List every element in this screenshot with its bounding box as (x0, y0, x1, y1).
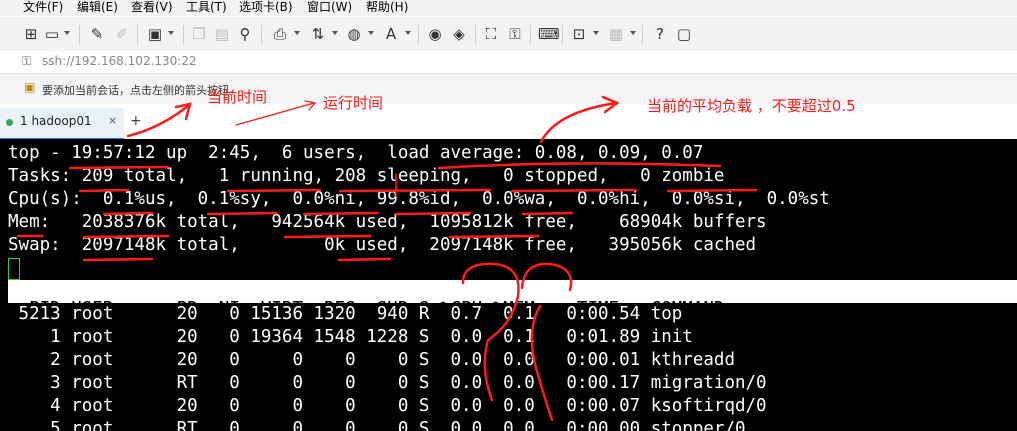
toolbar-separator (79, 25, 80, 44)
add-tab-button[interactable]: + (130, 113, 142, 129)
help-icon[interactable]: ? (651, 25, 669, 43)
font-icon[interactable]: A (382, 25, 400, 43)
toolbar-separator (642, 25, 643, 44)
paste-icon[interactable]: ▤ (213, 25, 231, 43)
hint-bar: ▣ 要添加当前会话，点击左侧的箭头按钮。 (0, 74, 1017, 104)
menu-file[interactable]: 文件(F) (23, 0, 63, 15)
properties-dropdown-icon[interactable] (168, 31, 174, 35)
new-tab-icon[interactable]: ⊡ (570, 25, 588, 43)
menu-tools[interactable]: 工具(T) (186, 0, 227, 15)
keyboard-icon[interactable]: ⌨ (538, 25, 560, 43)
process-row: 5 root RT 0 0 0 0 S 0.0 0.0 0:00.00 stop… (8, 419, 746, 431)
menu-tabs[interactable]: 选项卡(B) (239, 0, 293, 15)
toolbar-separator (475, 25, 476, 44)
process-row: 5213 root 20 0 15136 1320 940 R 0.7 0.1 … (8, 304, 683, 324)
fullscreen-icon[interactable]: ⛶ (482, 25, 500, 43)
menu-window[interactable]: 窗口(W) (307, 0, 352, 15)
current-time-label: 当前时间 (207, 88, 268, 106)
menu-view[interactable]: 查看(V) (131, 0, 173, 15)
new-tab-dropdown-icon[interactable] (593, 31, 599, 35)
xftp-icon[interactable]: ◈ (450, 25, 468, 43)
font-dropdown-icon[interactable] (405, 31, 411, 35)
address-text[interactable]: ssh://192.168.102.130:22 (42, 53, 197, 69)
open-folder-icon[interactable]: ▭ (43, 25, 61, 43)
tab-strip: 1 hadoop01 × + (0, 104, 1017, 141)
process-row: 3 root RT 0 0 0 0 S 0.0 0.0 0:00.17 migr… (8, 373, 767, 393)
swap-line: Swap: 2097148k total, 0k used, 2097148k … (8, 235, 757, 255)
lock-icon: ⚿ (22, 54, 32, 68)
tasks-line: Tasks: 209 total, 1 running, 208 sleepin… (8, 166, 725, 186)
print-icon[interactable]: ⎙ (271, 25, 289, 43)
toolbar-separator (418, 25, 419, 44)
connected-status-icon (6, 119, 13, 126)
tab-label: 1 hadoop01 (20, 114, 92, 128)
toolbar-separator (183, 25, 184, 44)
address-bar[interactable]: ⚿ ssh://192.168.102.130:22 (0, 51, 1017, 74)
toolbar: ⊞ ▭ ✎ ✐ ▣ ❐ ▤ ⚲ ⎙ ⇅ ◍ A ◉ ◈ ⛶ ⚿ ⌨ ⊡ ▦ ? … (0, 17, 1017, 52)
globe-dropdown-icon[interactable] (368, 31, 374, 35)
toolbar-separator (562, 25, 563, 44)
disconnect-icon[interactable]: ✐ (113, 25, 131, 43)
toolbar-separator (137, 25, 138, 44)
menu-edit[interactable]: 编辑(E) (77, 0, 118, 15)
layout-icon[interactable]: ▦ (607, 25, 625, 43)
close-icon[interactable]: × (108, 114, 117, 127)
connect-icon[interactable]: ✎ (88, 25, 106, 43)
toolbar-separator (261, 25, 262, 44)
uptime-label: 运行时间 (323, 94, 384, 112)
tab-hadoop01[interactable]: 1 hadoop01 × (0, 108, 124, 141)
print-dropdown-icon[interactable] (294, 31, 300, 35)
process-row: 4 root 20 0 0 0 0 S 0.0 0.0 0:00.07 ksof… (8, 396, 767, 416)
toolbar-separator (530, 25, 531, 44)
layout-dropdown-icon[interactable] (630, 31, 636, 35)
bookmark-icon[interactable]: ▣ (24, 80, 35, 94)
properties-icon[interactable]: ▣ (146, 25, 164, 43)
open-dropdown-icon[interactable] (64, 31, 70, 35)
chat-icon[interactable]: ▢ (675, 25, 693, 43)
globe-icon[interactable]: ◍ (345, 25, 363, 43)
lock-icon[interactable]: ⚿ (506, 25, 524, 43)
find-icon[interactable]: ⚲ (236, 25, 254, 43)
menu-bar: 文件(F) 编辑(E) 查看(V) 工具(T) 选项卡(B) 窗口(W) 帮助(… (0, 0, 1017, 16)
cpu-line: Cpu(s): 0.1%us, 0.1%sy, 0.0%ni, 99.8%id,… (8, 189, 830, 209)
transfer-dropdown-icon[interactable] (332, 31, 338, 35)
mem-line: Mem: 2038376k total, 942564k used, 10958… (8, 212, 767, 232)
transfer-icon[interactable]: ⇅ (309, 25, 327, 43)
terminal-cursor (8, 258, 20, 280)
process-row: 2 root 20 0 0 0 0 S 0.0 0.0 0:00.01 kthr… (8, 350, 735, 370)
terminal[interactable]: top - 19:57:12 up 2:45, 6 users, load av… (0, 139, 1017, 431)
menu-help[interactable]: 帮助(H) (366, 0, 408, 15)
new-session-icon[interactable]: ⊞ (22, 25, 40, 43)
load-average-label: 当前的平均负载 ，不要超过0.5 (647, 97, 856, 115)
xshell-icon[interactable]: ◉ (426, 25, 444, 43)
top-summary-line: top - 19:57:12 up 2:45, 6 users, load av… (8, 143, 704, 163)
copy-icon[interactable]: ❐ (190, 25, 208, 43)
process-row: 1 root 20 0 19364 1548 1228 S 0.0 0.1 0:… (8, 327, 693, 347)
